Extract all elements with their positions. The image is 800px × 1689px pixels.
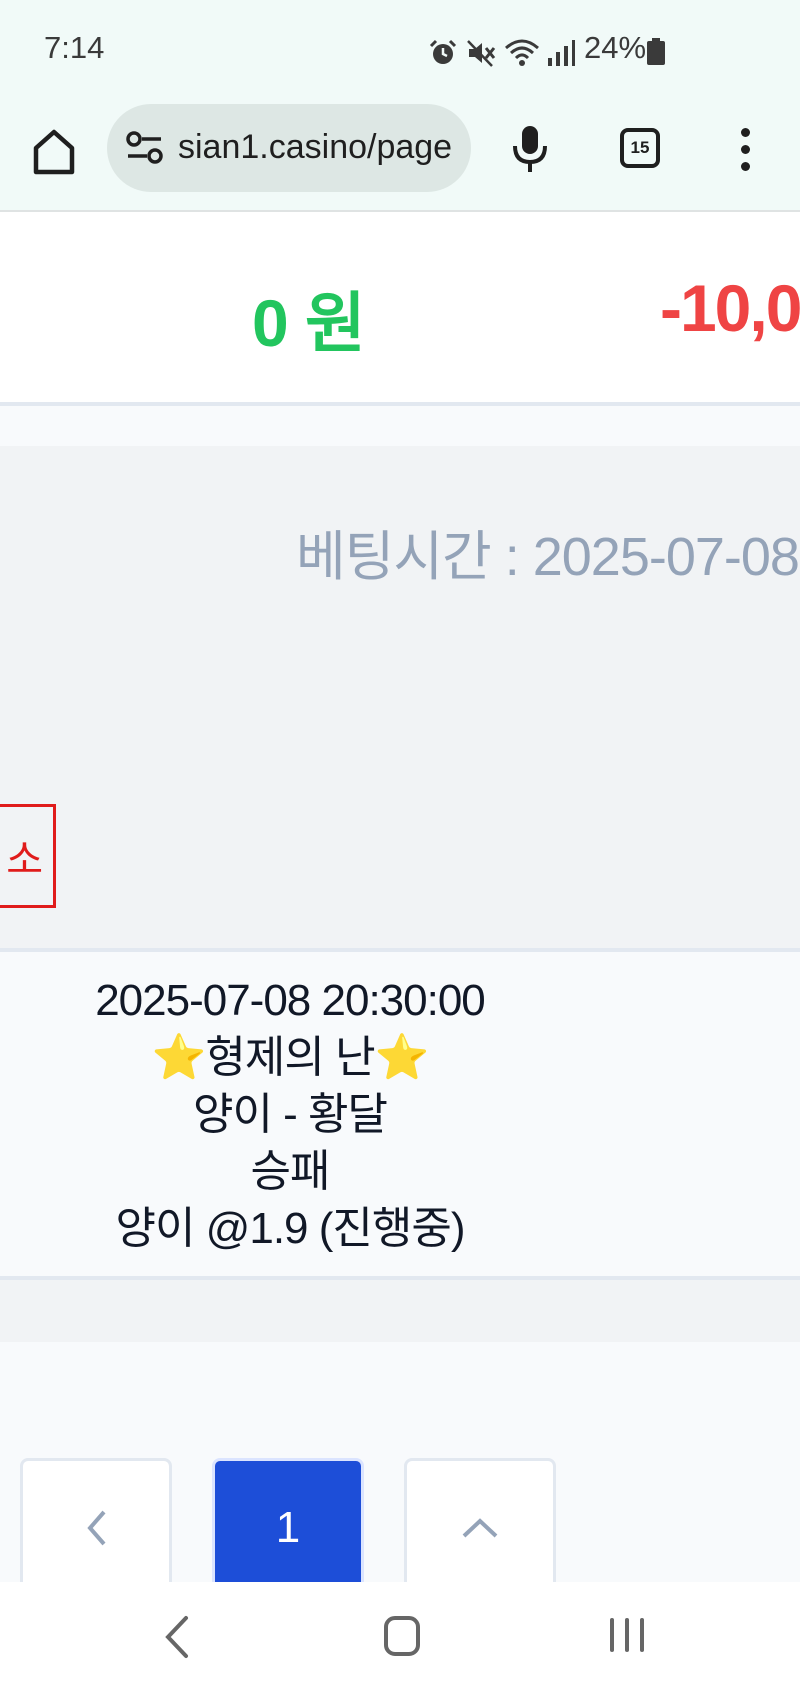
signal-icon [548,40,575,66]
system-nav-bar [0,1582,800,1689]
league-name: ⭐형제의 난⭐ [151,1033,430,1082]
mic-icon[interactable] [510,124,550,174]
url-bar[interactable]: sian1.casino/page [107,104,471,192]
pagination: 1 [0,1342,800,1598]
bet-time: 베팅시간 : 2025-07-08 [296,527,800,587]
site-settings-icon[interactable] [125,130,165,166]
wifi-icon [505,39,539,66]
battery-icon [647,38,665,65]
status-time: 7:14 [44,30,105,65]
win-amount: 0 원 [252,286,366,360]
home-icon[interactable] [30,126,78,178]
chevron-left-icon [87,1510,106,1546]
recents-icon[interactable] [610,1618,646,1654]
browser-toolbar: sian1.casino/page 15 [0,104,800,212]
battery-percent: 24% [584,30,647,65]
bet-pick: 양이 @1.9 (진행중) [115,1204,466,1253]
bet-summary: 0 원 -10,0 [0,212,800,402]
url-text: sian1.casino/page [178,128,453,166]
market-type: 승패 [250,1147,331,1196]
status-bar: 7:14 24% [0,0,800,104]
bet-header: 베팅시간 : 2025-07-08 소 [0,446,800,948]
loss-amount: -10,0 [660,271,800,345]
bet-detail-cell: 2025-07-08 20:30:00 ⭐형제의 난⭐ 양이 - 황달 승패 양… [0,972,580,1257]
alarm-icon [429,39,457,64]
spacer [0,1280,800,1342]
menu-icon[interactable] [738,128,752,172]
mute-icon [467,40,496,67]
back-icon[interactable] [162,1614,192,1660]
match-time: 2025-07-08 20:30:00 [95,976,486,1025]
prev-page-button[interactable] [20,1458,172,1598]
match-teams: 양이 - 황달 [192,1090,388,1139]
bet-detail-row: 2025-07-08 20:30:00 ⭐형제의 난⭐ 양이 - 황달 승패 양… [0,952,800,1276]
chevron-up-icon [462,1518,498,1538]
cancel-button[interactable]: 소 [0,804,56,908]
home-nav-icon[interactable] [384,1616,420,1656]
spacer [0,406,800,446]
page-button-1[interactable]: 1 [212,1458,364,1598]
tabs-icon[interactable]: 15 [620,128,660,168]
scroll-top-button[interactable] [404,1458,556,1598]
